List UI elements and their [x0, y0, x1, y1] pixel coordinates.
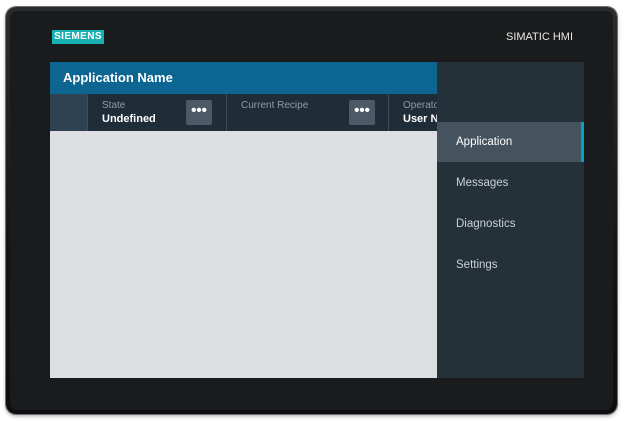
state-value: Undefined: [102, 113, 156, 125]
status-cell-state: State Undefined •••: [87, 94, 226, 131]
recipe-label: Current Recipe: [241, 100, 309, 111]
main-content-area: [50, 131, 437, 378]
state-label: State: [102, 100, 126, 111]
nav-item-label: Application: [456, 136, 513, 148]
nav-item-application[interactable]: Application: [437, 122, 584, 162]
more-icon: •••: [191, 102, 207, 119]
state-more-button[interactable]: •••: [186, 100, 212, 125]
hmi-device-frame: SIEMENS SIMATIC HMI Application Name Sta…: [6, 7, 617, 414]
nav-item-settings[interactable]: Settings: [437, 245, 584, 285]
status-bar: State Undefined ••• Current Recipe ••• O…: [50, 94, 437, 131]
nav-item-messages[interactable]: Messages: [437, 163, 584, 203]
status-cell-operator: Operator User Name: [388, 94, 437, 131]
title-bar: Application Name: [50, 62, 437, 94]
nav-item-diagnostics[interactable]: Diagnostics: [437, 204, 584, 244]
device-model-label: SIMATIC HMI: [505, 31, 573, 43]
nav-item-label: Diagnostics: [456, 218, 516, 230]
navigation-panel: Application Messages Diagnostics Setting…: [437, 62, 584, 378]
siemens-logo: SIEMENS: [52, 30, 104, 44]
nav-item-label: Messages: [456, 177, 509, 189]
active-indicator: [581, 122, 584, 162]
operator-value: User Name: [403, 113, 437, 125]
nav-item-label: Settings: [456, 259, 498, 271]
status-cell-recipe: Current Recipe •••: [226, 94, 388, 131]
hmi-screen: Application Name State Undefined ••• Cur…: [50, 62, 584, 378]
more-icon: •••: [354, 102, 370, 119]
operator-label: Operator: [403, 100, 437, 111]
app-title: Application Name: [63, 70, 173, 85]
status-bar-stub: [50, 94, 87, 131]
recipe-more-button[interactable]: •••: [349, 100, 375, 125]
